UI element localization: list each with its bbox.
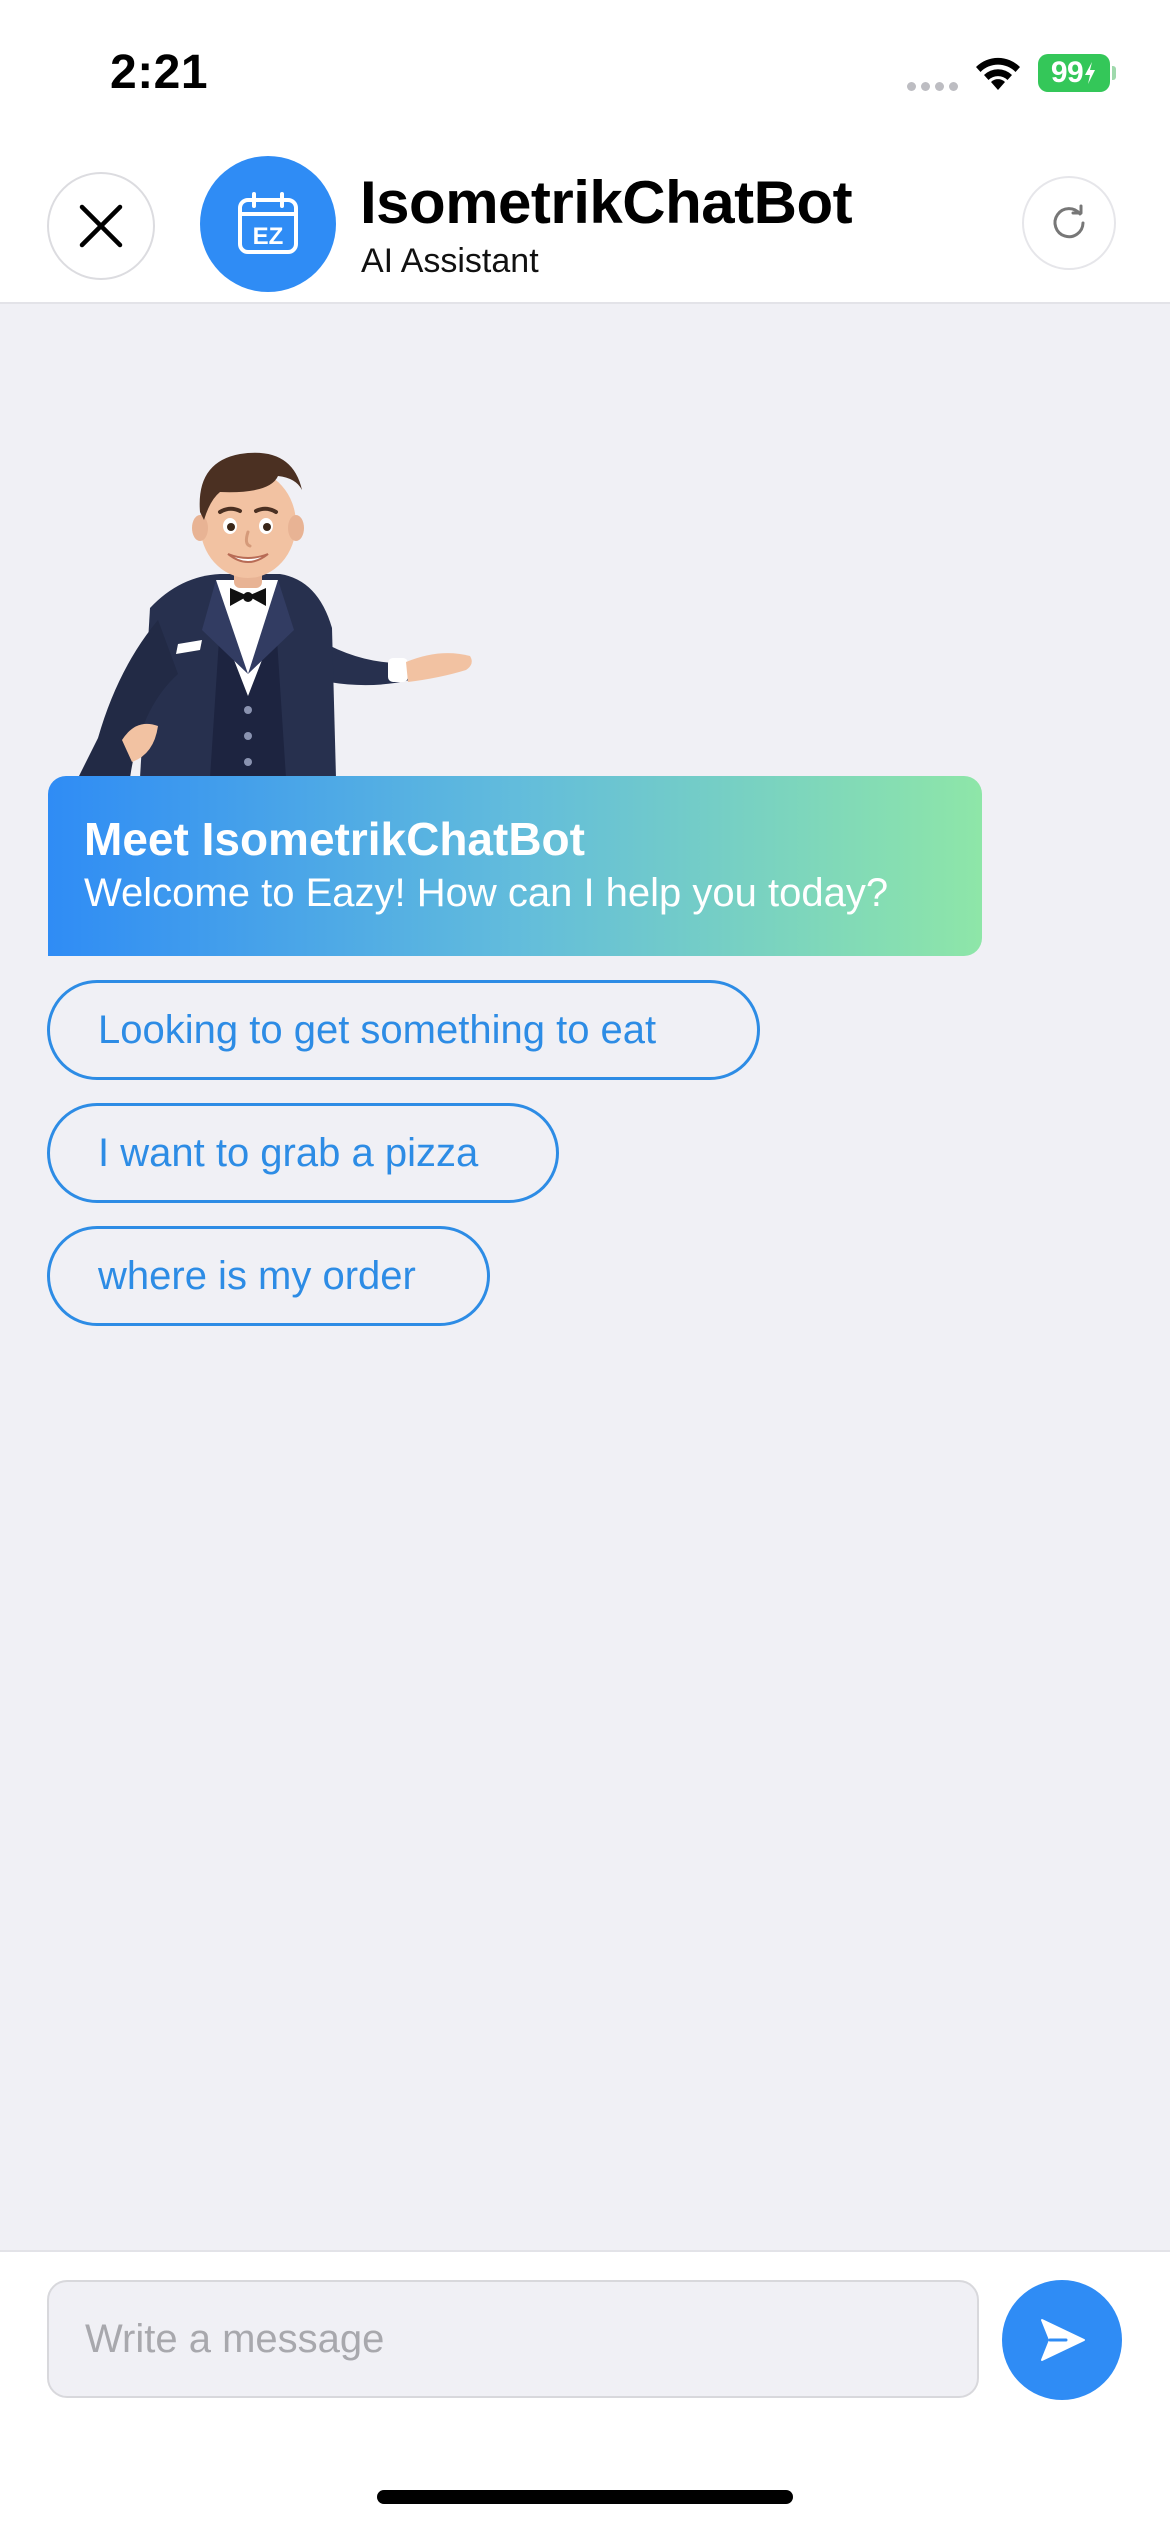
- battery-level: 99: [1050, 56, 1084, 89]
- refresh-button[interactable]: [1022, 176, 1116, 270]
- welcome-message-card: Meet IsometrikChatBot Welcome to Eazy! H…: [48, 776, 982, 956]
- bot-title: IsometrikChatBot: [360, 169, 853, 236]
- chat-header: EZ IsometrikChatBot AI Assistant: [0, 140, 1170, 304]
- suggestion-chip[interactable]: Looking to get something to eat: [47, 980, 760, 1080]
- refresh-icon: [1053, 204, 1085, 239]
- suggestion-chip[interactable]: I want to grab a pizza: [47, 1103, 559, 1203]
- welcome-text: Welcome to Eazy! How can I help you toda…: [84, 870, 889, 915]
- battery-indicator: 99: [1038, 54, 1110, 92]
- cellular-signal-icon: [907, 82, 958, 91]
- close-icon: [79, 204, 123, 248]
- chatbot-screen: 2:21 99 EZ IsometrikChatBot AI Assistant…: [0, 0, 1170, 2532]
- message-input[interactable]: [47, 2280, 979, 2398]
- home-indicator: [377, 2490, 793, 2504]
- bot-avatar: EZ: [200, 156, 336, 292]
- send-icon: [1041, 2319, 1085, 2361]
- close-button[interactable]: [47, 172, 155, 280]
- avatar-label: EZ: [253, 223, 284, 250]
- send-button[interactable]: [1002, 2280, 1122, 2400]
- status-time: 2:21: [110, 46, 209, 99]
- wifi-icon: [976, 57, 1020, 90]
- calendar-ez-icon: EZ: [238, 192, 298, 254]
- bot-subtitle: AI Assistant: [361, 242, 539, 280]
- bot-mascot-illustration: [78, 452, 472, 778]
- charging-bolt-icon: [1085, 62, 1096, 84]
- welcome-title: Meet IsometrikChatBot: [84, 813, 585, 865]
- status-bar: 2:21 99: [0, 0, 1170, 140]
- suggestion-chip[interactable]: where is my order: [47, 1226, 490, 1326]
- battery-cap: [1112, 66, 1116, 80]
